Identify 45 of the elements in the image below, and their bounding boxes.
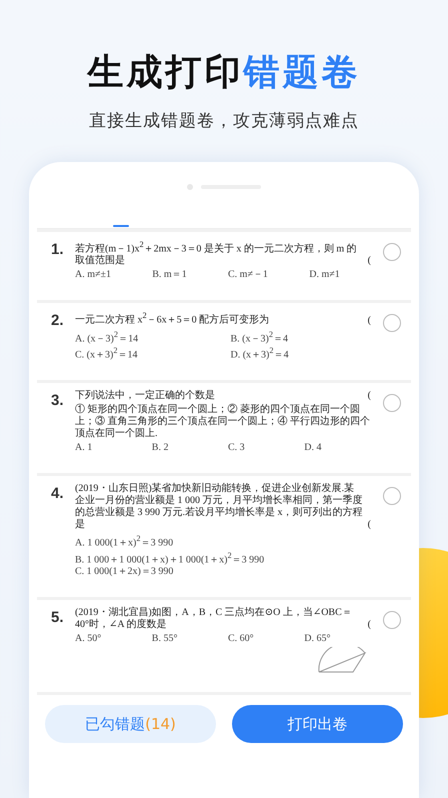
answer-option: B. 55°	[152, 632, 222, 645]
question-text: (2019・山东日照)某省加快新旧动能转换，促进企业创新发展.某企业一月份的营业额是 1 000 万元，月平均增长率相同，第一季度的总营业额是 3 990 万元.若设月平均增长率是 x，则可列出的方程是	[75, 483, 364, 532]
answer-option: D. m≠1	[309, 269, 375, 282]
answer-option: A. m≠±1	[75, 269, 146, 282]
answer-option: D. (x＋3)$^{2}$＝4	[230, 344, 375, 362]
answer-option: B. 1 000＋1 000(1＋x)＋1 000(1＋x)$^{2}$＝3 990	[75, 550, 375, 566]
answer-option: C. (x＋3)$^{2}$＝14	[75, 344, 224, 362]
question-text: (2019・湖北宜昌)如图，A，B，C 三点均在⊙O 上，当∠OBC＝40°时，∠A 的度数是	[75, 606, 353, 631]
print-button[interactable]: 打印出卷	[232, 705, 403, 743]
answer-option: D. 65°	[304, 632, 375, 645]
question-number: 1.	[51, 240, 65, 260]
question-number: 2.	[51, 311, 65, 332]
answer-option: C. 3	[228, 442, 298, 454]
answer-bracket: (	[368, 255, 371, 268]
answer-option: A. 1 000(1＋x)$^{2}$＝3 990	[75, 533, 375, 550]
answer-bracket: (	[368, 618, 371, 631]
select-radio[interactable]	[383, 243, 401, 261]
subtitle: 直接生成错题卷，攻克薄弱点难点	[89, 110, 359, 132]
answer-option: A. 1	[75, 442, 146, 454]
answer-option: B. (x－3)$^{2}$＝4	[230, 328, 375, 345]
answer-option: D. 4	[304, 442, 375, 454]
select-radio[interactable]	[383, 610, 401, 629]
question-number: 4.	[51, 484, 65, 504]
answer-option: A. (x－3)$^{2}$＝14	[75, 328, 224, 345]
answer-option: C. 60°	[228, 632, 298, 645]
select-radio[interactable]	[383, 487, 401, 506]
answer-option: B. m＝1	[152, 269, 222, 282]
answer-bracket: (	[368, 314, 371, 327]
question-text: 一元二次方程 x$^{2}$－6x＋5＝0 配方后可变形为	[75, 310, 270, 327]
headline: 生成打印错题卷	[88, 51, 360, 95]
question-number: 3.	[51, 391, 65, 412]
answer-option: C. m≠－1	[228, 269, 304, 282]
tab-indicator	[113, 225, 129, 227]
question-number: 5.	[51, 608, 65, 628]
answer-option: A. 50°	[75, 632, 146, 645]
answer-option: C. 1 000(1＋2x)＝3 990	[75, 566, 375, 578]
select-radio[interactable]	[383, 314, 401, 332]
answer-bracket: (	[368, 390, 371, 402]
select-radio[interactable]	[383, 394, 401, 412]
answer-option: B. 2	[152, 442, 222, 454]
question-text: 下列说法中，一定正确的个数是	[75, 390, 216, 402]
checked-questions-button[interactable]: 已勾错题(14)	[45, 705, 216, 743]
statement-text: ① 矩形的四个顶点在同一个圆上；② 菱形的四个顶点在同一个圆上；③ 直角三角形的三个顶点在同一个圆上；④ 平行四边形的四个顶点在同一个圆上.	[75, 404, 371, 440]
question-text: 若方程(m－1)x$^{2}$＋2mx－3＝0 是关于 x 的一元二次方程，则 m 的取值范围是	[75, 239, 358, 268]
answer-bracket: (	[368, 519, 371, 532]
